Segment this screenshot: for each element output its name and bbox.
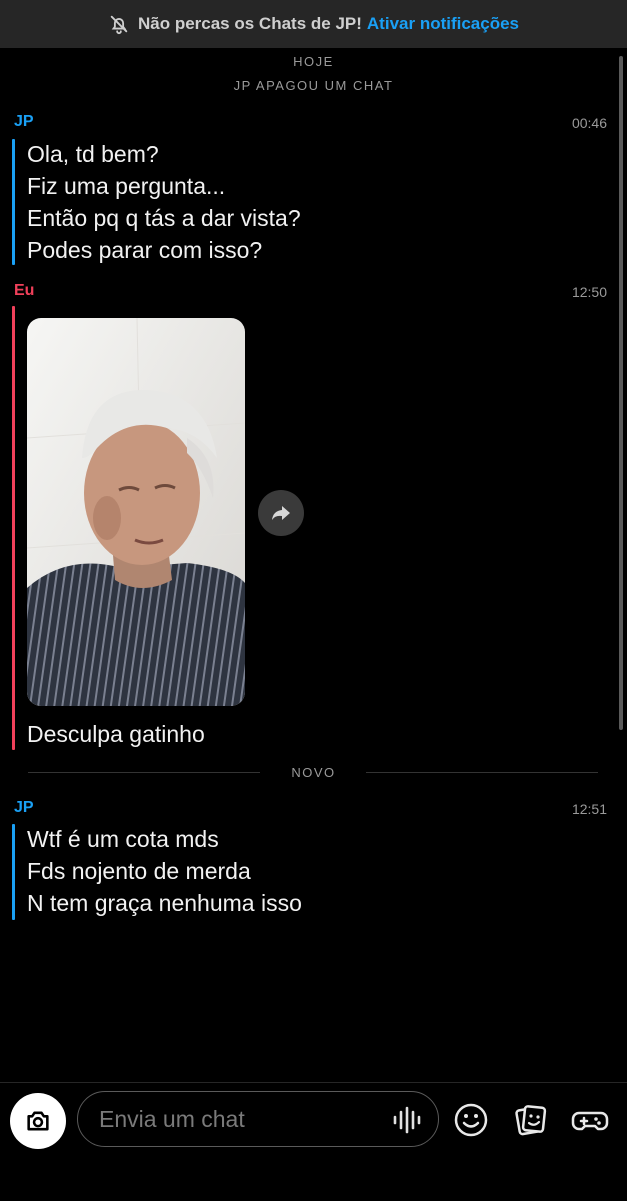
chat-input-placeholder: Envia um chat bbox=[99, 1106, 245, 1132]
camera-button[interactable] bbox=[10, 1093, 66, 1149]
date-label: HOJE bbox=[293, 54, 334, 69]
message-line: Ola, td bem? bbox=[27, 141, 159, 167]
deleted-chat-notice: JP APAGOU UM CHAT bbox=[233, 78, 394, 93]
message-time: 00:46 bbox=[571, 115, 607, 131]
message-line: Fiz uma pergunta... bbox=[27, 173, 226, 199]
sender-name: Eu bbox=[14, 282, 35, 299]
chat-input[interactable]: Envia um chat bbox=[77, 1091, 439, 1147]
camera-icon bbox=[27, 1111, 49, 1131]
message-line: Então pq q tás a dar vista? bbox=[27, 205, 301, 231]
message-line: Podes parar com isso? bbox=[27, 237, 263, 263]
video-snap-thumbnail[interactable] bbox=[27, 318, 245, 706]
sender-name: JP bbox=[14, 799, 34, 816]
message-line: Wtf é um cota mds bbox=[27, 826, 219, 852]
sticker-icon[interactable] bbox=[512, 1101, 550, 1139]
message-line: N tem graça nenhuma isso bbox=[27, 890, 302, 916]
message-bar bbox=[12, 306, 15, 750]
smiley-icon[interactable] bbox=[452, 1101, 490, 1139]
gamepad-icon[interactable] bbox=[571, 1101, 609, 1139]
voice-icon[interactable] bbox=[392, 1106, 426, 1134]
message-line: Fds nojento de merda bbox=[27, 858, 251, 884]
message-bar bbox=[12, 824, 15, 920]
share-arrow-icon bbox=[272, 506, 290, 520]
scrollbar[interactable] bbox=[619, 56, 623, 730]
message-bar bbox=[12, 139, 15, 265]
new-divider-right bbox=[366, 772, 598, 773]
message-time: 12:51 bbox=[571, 801, 607, 817]
share-button[interactable] bbox=[258, 490, 304, 536]
notification-banner: Não percas os Chats de JP! Ativar notifi… bbox=[0, 0, 627, 48]
banner-text: Não percas os Chats de JP! bbox=[137, 14, 362, 33]
enable-notifications-link[interactable]: Ativar notificações bbox=[367, 14, 519, 34]
message-caption: Desculpa gatinho bbox=[27, 721, 205, 747]
sender-name: JP bbox=[14, 113, 34, 130]
bell-off-icon bbox=[110, 15, 128, 35]
message-time: 12:50 bbox=[571, 284, 607, 300]
video-thumbnail-image bbox=[27, 318, 245, 706]
